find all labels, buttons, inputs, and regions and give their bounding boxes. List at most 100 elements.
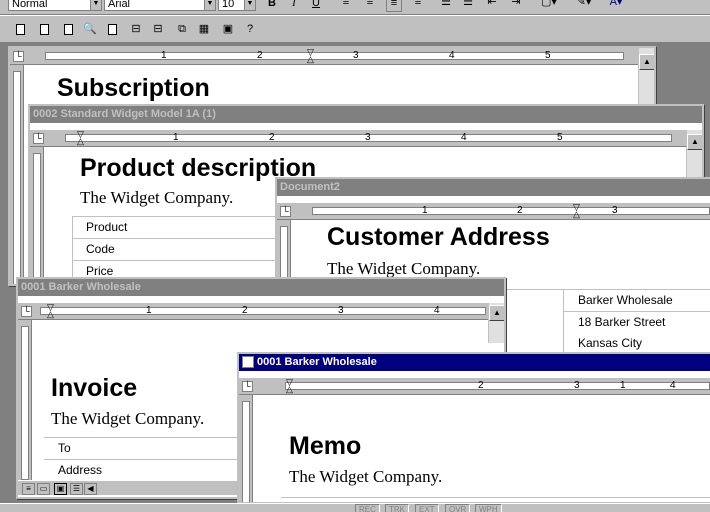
ruler-number: 1 [620,380,626,391]
online-layout-icon[interactable]: ▭ [37,483,50,495]
new-document-icon[interactable] [12,21,28,37]
tab-selector-icon[interactable]: └ [242,381,253,392]
italic-button[interactable]: I [286,0,302,13]
page-layout-icon[interactable]: ▣ [54,483,67,495]
address-line[interactable]: 18 Barker Street [564,312,710,334]
ruler-number: 5 [545,50,551,61]
increase-indent-icon[interactable]: ⇥ [508,0,524,12]
style-combo[interactable]: Normal ▼ [8,0,102,11]
font-dropdown-arrow-icon[interactable]: ▼ [204,0,215,10]
wph-indicator[interactable]: WPH [475,504,502,512]
window-title[interactable]: 0001 Barker Wholesale [239,354,710,371]
help-icon[interactable]: ? [242,21,258,37]
ruler-number: 2 [257,50,263,61]
ruler-number: 3 [574,380,580,391]
decrease-indent-icon[interactable]: ⇤ [484,0,500,12]
tab-selector-icon[interactable]: └ [21,306,32,317]
status-bar: REC TRK EXT OVR WPH [0,503,710,512]
font-combo[interactable]: Arial ▼ [104,0,216,11]
borders-icon[interactable]: ▢▾ [538,0,560,12]
style-dropdown-arrow-icon[interactable]: ▼ [90,0,101,10]
size-value: 10 [222,0,235,10]
indent-marker-icon[interactable]: ▽ △ [76,130,85,146]
ruler-number: 2 [242,305,248,316]
document-heading: Invoice [51,374,138,402]
scroll-up-icon[interactable]: ▲ [639,54,654,70]
ruler-number: 1 [173,132,179,143]
align-left-icon[interactable]: ≡ [338,0,354,12]
justify-icon[interactable]: ≡ [410,0,426,12]
vertical-ruler [239,395,253,502]
scroll-up-icon[interactable]: ▲ [489,305,504,321]
table-row[interactable]: Product [72,217,282,239]
align-center-icon[interactable]: ≡ [362,0,378,12]
calendar-icon[interactable]: ▦ [196,21,212,37]
ruler-number: 1 [161,50,167,61]
horizontal-ruler[interactable]: └ 1 2 3 4 5 ▽ △ [30,130,702,147]
edit-document-icon[interactable] [104,21,120,37]
window-title[interactable]: 0001 Barker Wholesale [18,279,504,296]
document-heading: Subscription [57,74,210,102]
table-row[interactable]: Address [44,460,264,482]
vertical-scrollbar[interactable]: ▲ [488,303,504,343]
outline-view-icon[interactable]: ☰ [70,483,83,495]
tab-selector-icon[interactable]: └ [280,206,291,217]
underline-button[interactable]: U [308,0,324,13]
window-title[interactable]: Document2 [277,179,710,196]
align-right-icon[interactable]: ≡ [386,0,402,12]
custom-toolbar: 🔍 ⊟ ⊟ ⧉ ▦ ▣ ? [0,15,710,43]
ruler-number: 2 [269,132,275,143]
ruler-number: 1 [146,305,152,316]
bold-button[interactable]: B [264,0,280,13]
trk-indicator[interactable]: TRK [385,504,409,512]
numbered-list-icon[interactable]: ☰ [438,0,454,12]
insert-field-icon[interactable]: ⊟ [128,21,144,37]
size-dropdown-arrow-icon[interactable]: ▼ [244,0,255,10]
font-color-icon[interactable]: A▾ [602,0,630,12]
print-preview-icon[interactable] [60,21,76,37]
horizontal-ruler[interactable]: └ 1 2 3 4 ▽ △ [18,303,504,320]
vertical-ruler [30,147,44,292]
database-icon[interactable]: ▣ [220,21,236,37]
ruler-number: 4 [449,50,455,61]
rec-indicator[interactable]: REC [355,504,380,512]
tab-selector-icon[interactable]: └ [33,133,44,144]
copy-document-icon[interactable] [36,21,52,37]
ruler-number: 1 [422,205,428,216]
horizontal-ruler[interactable]: └ 1 2 3 ▽ △ [277,203,710,220]
merge-field-icon[interactable]: ⊟ [150,21,166,37]
zoom-document-icon[interactable]: 🔍 [82,21,98,37]
address-line[interactable]: Barker Wholesale [564,290,710,312]
ovr-indicator[interactable]: OVR [445,504,471,512]
table-row[interactable]: To [44,438,264,460]
duplicate-icon[interactable]: ⧉ [174,21,190,37]
company-name: The Widget Company. [80,188,234,207]
highlight-icon[interactable]: ✎▾ [570,0,598,12]
ruler-number: 3 [365,132,371,143]
indent-marker-icon[interactable]: ▽ △ [572,203,581,219]
scroll-left-icon[interactable]: ◀ [84,483,97,495]
normal-view-icon[interactable]: ≡ [22,483,35,495]
vertical-ruler [10,65,24,284]
ruler-number: 2 [478,380,484,391]
font-value: Arial [108,0,131,10]
ruler-number: 3 [338,305,344,316]
ruler-number: 4 [434,305,440,316]
vertical-ruler [18,320,32,480]
scroll-up-icon[interactable]: ▲ [687,134,702,150]
tab-selector-icon[interactable]: └ [13,51,24,62]
size-combo[interactable]: 10 ▼ [218,0,256,11]
ruler-number: 3 [612,205,618,216]
indent-marker-icon[interactable]: ▽ △ [46,303,55,319]
indent-marker-icon[interactable]: ▽ △ [285,378,294,394]
table-row[interactable]: Code [72,239,282,261]
bullet-list-icon[interactable]: ☰ [460,0,476,12]
horizontal-ruler[interactable]: └ 1 2 3 4 5 ▽ △ [10,48,654,65]
window-title[interactable]: 0002 Standard Widget Model 1A (1) [30,106,702,123]
company-name: The Widget Company. [51,409,205,428]
ext-indicator[interactable]: EXT [415,504,439,512]
memo-window[interactable]: 0001 Barker Wholesale └ 1 2 3 4 ▽ △ Memo … [237,352,710,504]
indent-marker-icon[interactable]: ▽ △ [306,48,315,64]
horizontal-ruler[interactable]: └ 1 2 3 4 ▽ △ [239,378,710,395]
formatting-toolbar: Normal ▼ Arial ▼ 10 ▼ B I U ≡ ≡ ≡ ≡ ☰ ☰ … [0,0,710,15]
